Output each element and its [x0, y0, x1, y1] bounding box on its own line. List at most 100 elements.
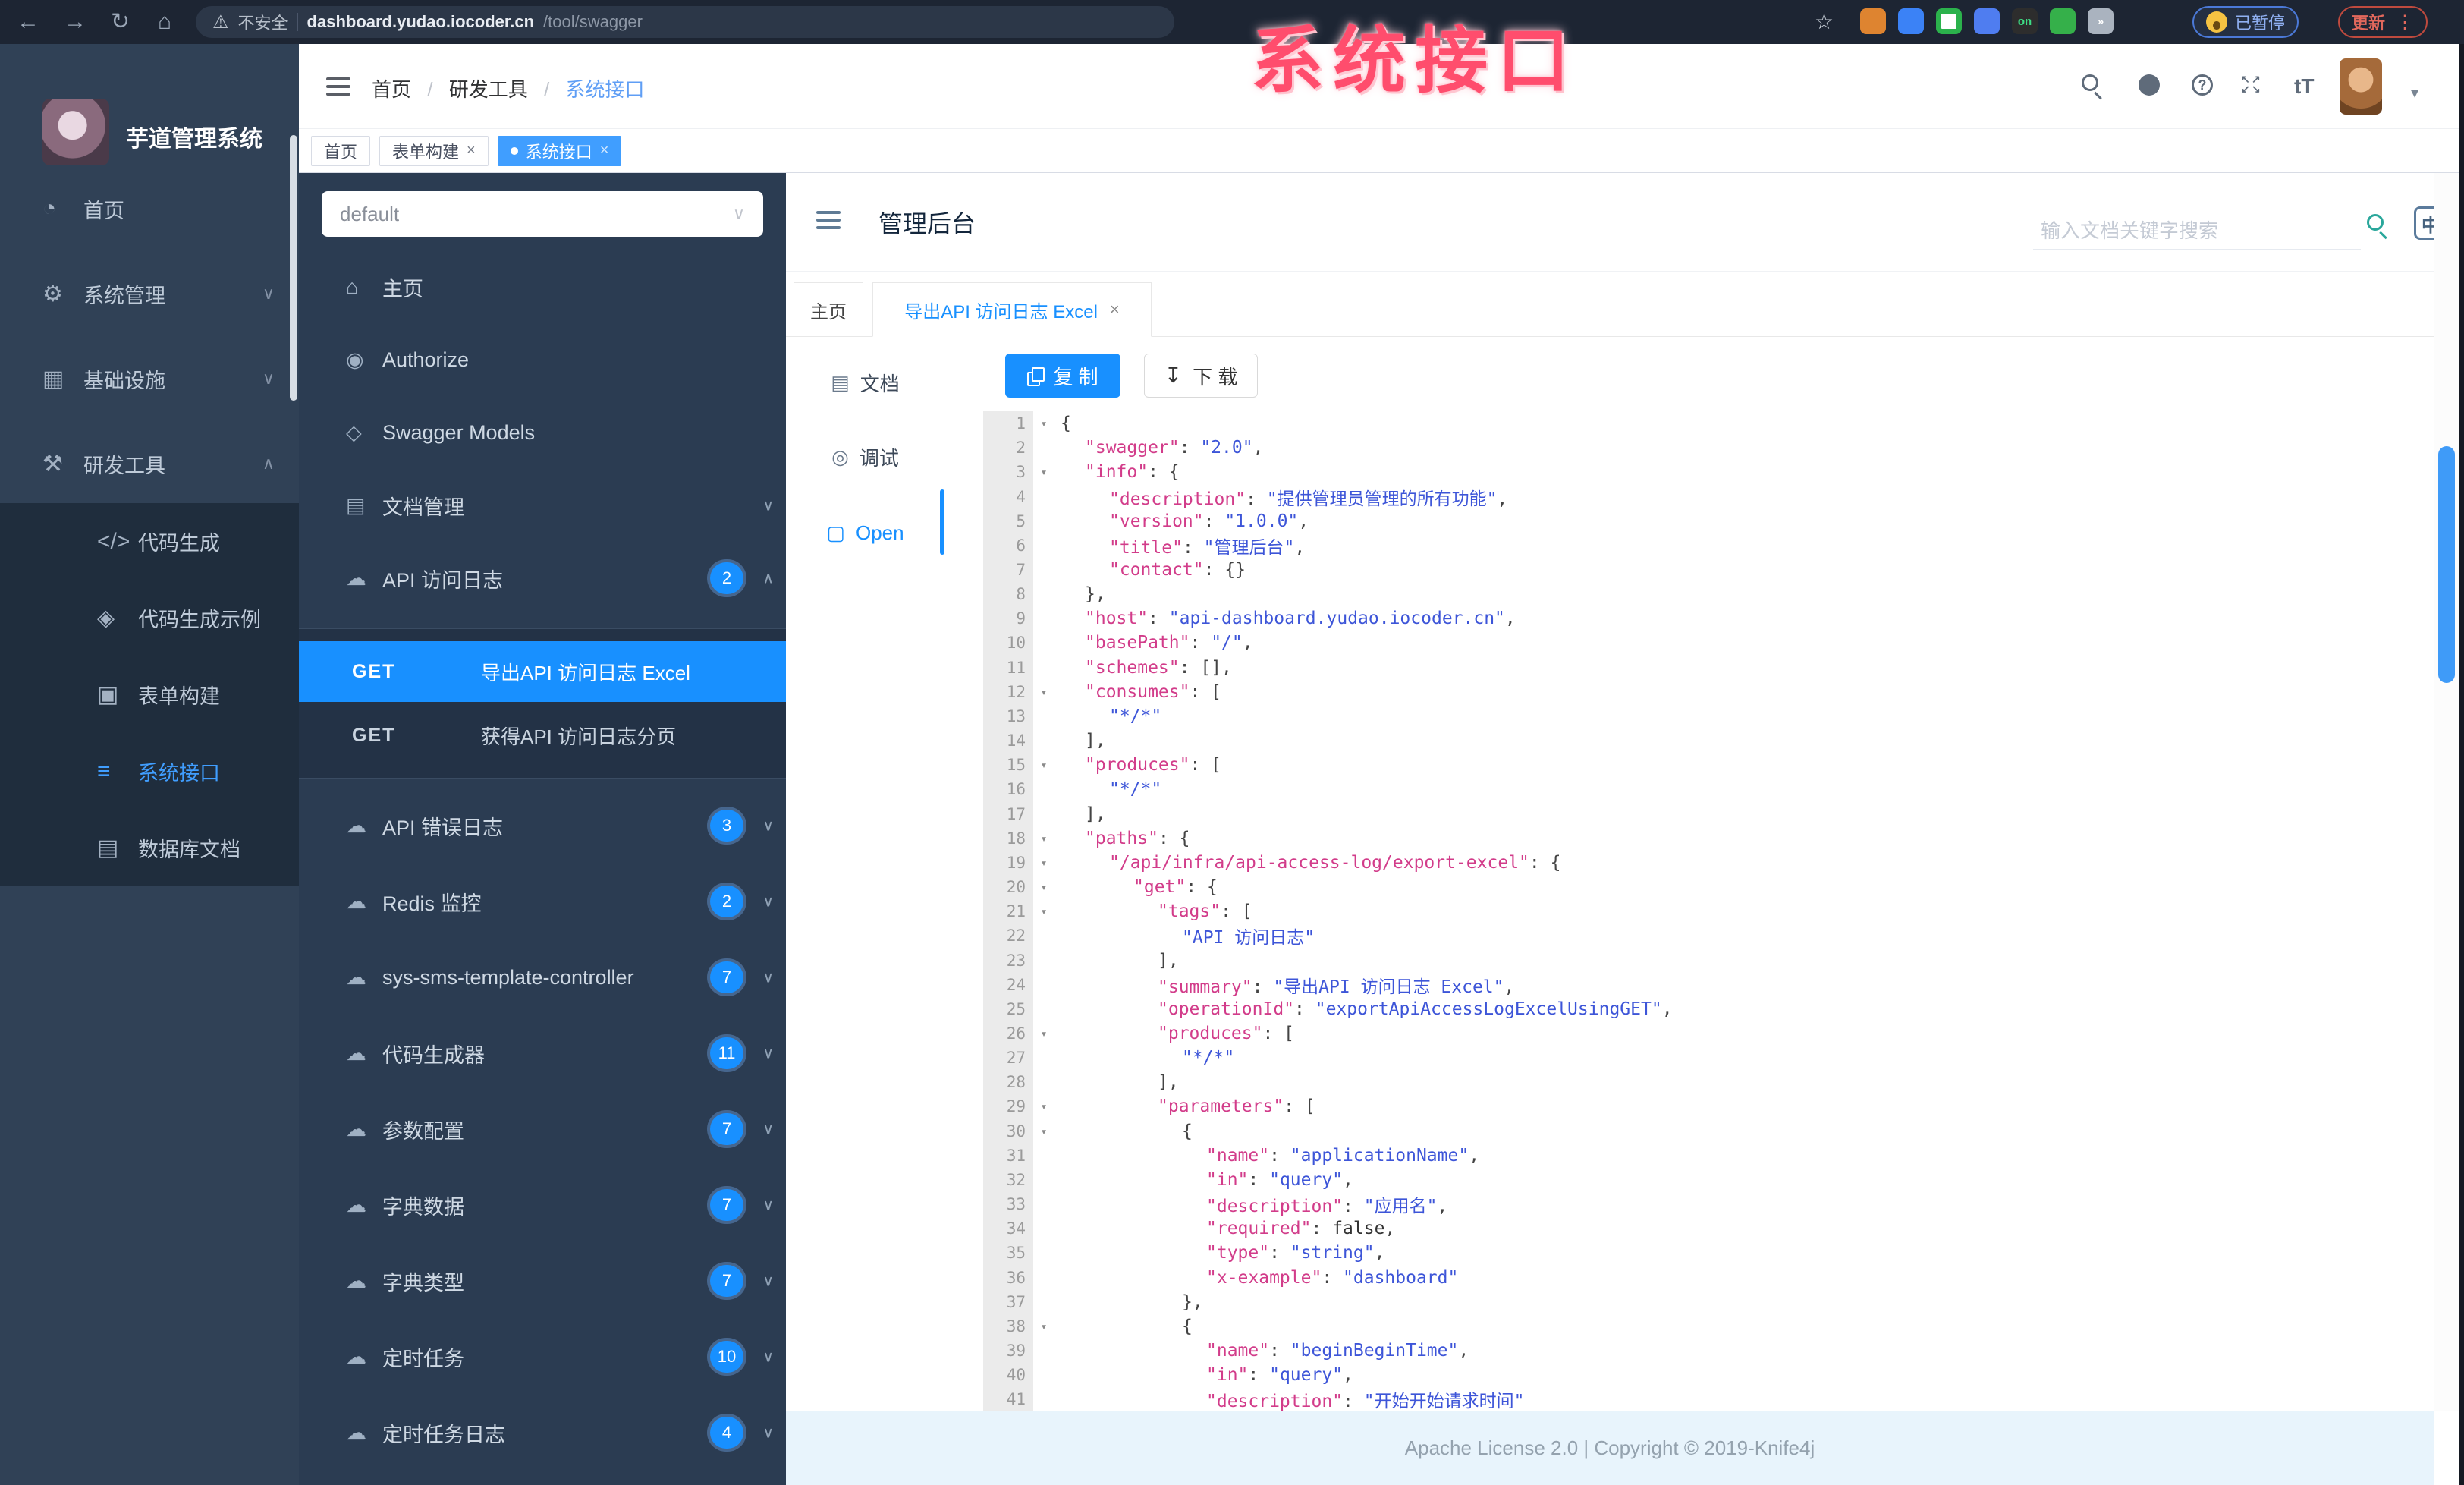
- leaf-extension-icon[interactable]: [2050, 8, 2076, 34]
- doc-collapse-icon[interactable]: [816, 211, 841, 229]
- fold-arrow-icon[interactable]: ▾: [1033, 856, 1054, 870]
- api-op-export-api-access-log-excel[interactable]: GET 导出API 访问日志 Excel: [299, 641, 786, 702]
- sidebar-item-system-api[interactable]: ≡ 系统接口: [0, 733, 299, 810]
- scrollbar-track[interactable]: [2434, 173, 2459, 1411]
- sidebar-item-codegen[interactable]: </> 代码生成: [0, 503, 299, 580]
- sidebar-item-codegen-demo[interactable]: ◈ 代码生成示例: [0, 580, 299, 656]
- font-size-icon[interactable]: tT: [2294, 74, 2314, 99]
- orange-extension-icon[interactable]: [1860, 8, 1886, 34]
- fold-arrow-icon[interactable]: ▾: [1033, 1125, 1054, 1138]
- avatar[interactable]: [2340, 58, 2382, 115]
- chevron-icon[interactable]: ∧: [762, 569, 774, 588]
- sidebar-item-infra[interactable]: ▦ 基础设施 ∨: [0, 336, 299, 421]
- paused-extension-button[interactable]: 已暂停: [2192, 6, 2299, 38]
- kebab-menu-icon[interactable]: ⋮: [2396, 11, 2414, 33]
- api-group-dict-data[interactable]: ☁ 字典数据 7 ∨: [299, 1167, 786, 1243]
- chevron-icon[interactable]: ∨: [762, 1196, 774, 1215]
- back-icon[interactable]: ←: [17, 9, 39, 35]
- sidebar-item-devtools[interactable]: ⚒ 研发工具 ∧: [0, 421, 299, 506]
- sidebar-item-form-build[interactable]: ▣ 表单构建: [0, 656, 299, 733]
- bookmark-star-icon[interactable]: ☆: [1815, 9, 1834, 35]
- chevron-icon[interactable]: ∨: [762, 1120, 774, 1139]
- fold-arrow-icon[interactable]: ▾: [1033, 880, 1054, 894]
- api-group-redis-monitor[interactable]: ☁ Redis 监控 2 ∨: [299, 864, 786, 939]
- chevron-down-icon[interactable]: ▾: [2411, 83, 2418, 102]
- update-button[interactable]: 更新 ⋮: [2338, 6, 2428, 38]
- fold-arrow-icon[interactable]: ▾: [1033, 832, 1054, 845]
- tag-form-build[interactable]: 表单构建 ×: [379, 135, 489, 166]
- api-group-post[interactable]: ☁岗位: [299, 1471, 786, 1485]
- api-group-api-access-log[interactable]: ☁ API 访问日志 2 ∧: [299, 542, 786, 615]
- close-icon[interactable]: ×: [1110, 300, 1120, 319]
- collapse-menu-icon[interactable]: [326, 77, 350, 96]
- fold-arrow-icon[interactable]: ▾: [1033, 905, 1054, 918]
- grid-extension-icon[interactable]: [1974, 8, 2000, 34]
- api-group-param-config[interactable]: ☁ 参数配置 7 ∨: [299, 1091, 786, 1167]
- on-switch-extension-icon[interactable]: on: [2012, 8, 2038, 34]
- fold-arrow-icon[interactable]: ▾: [1033, 1027, 1054, 1040]
- download-button[interactable]: ↧ 下 载: [1144, 354, 1258, 398]
- doc-search-icon[interactable]: [2367, 214, 2384, 234]
- fold-arrow-icon[interactable]: ▾: [1033, 1100, 1054, 1113]
- breadcrumb-home[interactable]: 首页: [372, 78, 411, 101]
- tag-system-api[interactable]: 系统接口 ×: [497, 135, 622, 166]
- circle-extension-icon[interactable]: [1936, 8, 1962, 34]
- chevron-icon: ∨: [262, 369, 275, 388]
- api-group-authorize[interactable]: ◉ Authorize: [299, 323, 786, 396]
- chevron-icon[interactable]: ∨: [762, 1044, 774, 1063]
- fold-arrow-icon[interactable]: ▾: [1033, 417, 1054, 430]
- sidebar-item-db-doc[interactable]: ▤ 数据库文档: [0, 810, 299, 886]
- api-group-api-error-log[interactable]: ☁ API 错误日志 3 ∨: [299, 788, 786, 864]
- close-icon[interactable]: ×: [467, 142, 476, 159]
- api-group-home[interactable]: ⌂ 主页: [299, 250, 786, 323]
- address-bar[interactable]: ⚠ 不安全 dashboard.yudao.iocoder.cn /tool/s…: [196, 6, 1174, 38]
- chevron-icon[interactable]: ∨: [762, 1272, 774, 1291]
- chevron-icon[interactable]: ∨: [762, 892, 774, 911]
- scrollbar-thumb[interactable]: [2438, 446, 2455, 683]
- fold-arrow-icon[interactable]: ▾: [1033, 685, 1054, 699]
- reload-icon[interactable]: ↻: [111, 9, 130, 35]
- pin-extension-icon[interactable]: [1898, 8, 1924, 34]
- code-editor[interactable]: 1 ▾{2 "swagger": "2.0", 3 ▾ "info": {4 "descri…: [983, 411, 2434, 1412]
- chevron-icon[interactable]: ∨: [762, 1424, 774, 1443]
- tag-home[interactable]: 首页: [311, 135, 371, 166]
- sidebar-item-home[interactable]: ◔ 首页: [0, 166, 299, 251]
- cloud-icon: ☁: [346, 813, 366, 837]
- side-tab-open[interactable]: ▢ Open: [786, 510, 944, 555]
- copy-button[interactable]: 复 制: [1005, 354, 1120, 398]
- side-tab-debug[interactable]: ◎ 调试: [786, 434, 944, 480]
- api-group-swagger-models[interactable]: ◇ Swagger Models: [299, 396, 786, 469]
- side-tab-document[interactable]: ▤ 文档: [786, 360, 944, 405]
- fold-arrow-icon[interactable]: ▾: [1033, 465, 1054, 479]
- share-extension-icon[interactable]: »: [2088, 8, 2114, 34]
- doc-tab-export-api-access-log-excel[interactable]: 导出API 访问日志 Excel ×: [872, 282, 1152, 337]
- github-icon[interactable]: [2139, 74, 2160, 96]
- fold-arrow-icon[interactable]: ▾: [1033, 758, 1054, 772]
- api-group-code-generator[interactable]: ☁ 代码生成器 11 ∨: [299, 1015, 786, 1091]
- fold-arrow-icon[interactable]: ▾: [1033, 1320, 1054, 1333]
- api-group-scheduled-job[interactable]: ☁ 定时任务 10 ∨: [299, 1319, 786, 1395]
- chevron-icon[interactable]: ∨: [762, 1348, 774, 1367]
- api-group-doc-manage[interactable]: ▤ 文档管理 ∨: [299, 469, 786, 542]
- fullscreen-icon[interactable]: ↖ ↗ ↙ ↘: [2241, 74, 2262, 94]
- api-group-dict-type[interactable]: ☁ 字典类型 7 ∨: [299, 1243, 786, 1319]
- chevron-icon[interactable]: ∨: [762, 816, 774, 835]
- chevron-icon[interactable]: ∨: [762, 968, 774, 987]
- api-group-select[interactable]: default ∨: [322, 191, 763, 237]
- chevron-icon[interactable]: ∨: [762, 496, 774, 515]
- sidebar-item-system[interactable]: ⚙ 系统管理 ∨: [0, 251, 299, 336]
- api-group-scheduled-job-log[interactable]: ☁ 定时任务日志 4 ∨: [299, 1395, 786, 1471]
- search-icon[interactable]: [2082, 74, 2098, 95]
- doc-tab-home[interactable]: 主页: [794, 282, 863, 337]
- sidebar-scrollbar[interactable]: [290, 135, 297, 401]
- sidebar-item-label: 系统管理: [83, 284, 165, 307]
- forward-icon[interactable]: →: [64, 9, 86, 35]
- home-icon[interactable]: ⌂: [158, 9, 171, 35]
- api-op-get-api-access-log-page[interactable]: GET 获得API 访问日志分页: [299, 705, 786, 766]
- doc-search-input[interactable]: 输入文档关键字搜索: [2041, 216, 2218, 244]
- close-icon[interactable]: ×: [600, 142, 609, 159]
- code-line: 28],: [983, 1070, 2434, 1095]
- breadcrumb-devtools[interactable]: 研发工具: [449, 78, 528, 101]
- api-group-sys-sms-template-controller[interactable]: ☁ sys-sms-template-controller 7 ∨: [299, 939, 786, 1015]
- help-icon[interactable]: ?: [2192, 74, 2213, 96]
